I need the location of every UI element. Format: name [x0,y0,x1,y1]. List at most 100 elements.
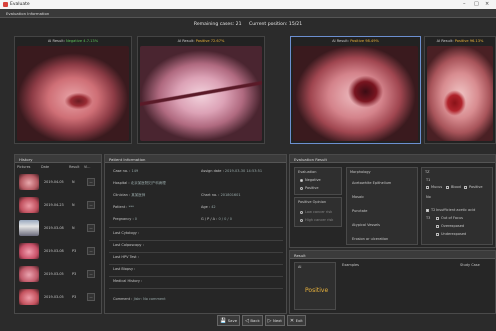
view-button[interactable]: ... [87,201,95,209]
divider [109,288,283,289]
next-icon: ▷ [267,317,272,324]
view-button[interactable]: ... [87,247,95,255]
underexposed-checkbox[interactable]: Underexposed [436,232,466,236]
insufficient-acetic-option[interactable]: Insufficient acetic acid [436,208,475,212]
patient-panel: Patient Information Case no. : 149 Assig… [104,154,287,314]
divider [109,276,283,277]
window-title: Evaluate [10,1,30,7]
gpa: G / P / A : 0 / 0 / 0 [201,217,232,221]
mosaic-option[interactable]: Mosaic [352,195,364,199]
overexposed-checkbox[interactable]: Overexposed [436,224,464,228]
evaluation-title: Evaluation Result [290,155,495,163]
patient-title: Patient Information [105,155,286,163]
ai-result-label: Positive [350,39,365,43]
acetowhite-option[interactable]: Acetowhite Epithelium [352,181,391,185]
exit-button[interactable]: ✕ Exit [286,315,306,326]
last-cytology: Last Cytology : [113,231,140,235]
history-thumbnail [19,197,39,213]
checkbox-icon [464,185,467,189]
t2-option[interactable]: T2 [426,208,435,212]
high-risk-radio[interactable]: High cancer risk [300,218,333,222]
clinician: Clinician : 某某医师 [113,193,146,197]
history-row[interactable]: 2019-04-05 N ... [17,173,106,191]
history-thumbnail [19,174,39,190]
history-thumbnail [19,243,39,259]
result-panel: Result AI Positive Examples Study Case [289,250,496,314]
last-hpv: Last HPV Test : [113,255,139,259]
ai-result-label: Positive [195,39,210,43]
out-of-focus-checkbox[interactable]: Out of Focus [436,216,463,220]
view-button[interactable]: ... [87,178,95,186]
punctate-option[interactable]: Punctate [352,209,367,213]
ai-result-score: 4.7.13% [83,39,99,43]
window-titlebar: Evaluate – □ × [0,0,496,9]
case-no: Case no. : 149 [113,169,139,173]
result-title: Result [290,251,495,259]
thumbnail-2[interactable]: AI Result: Positive 72.67% [137,36,265,144]
colposcopy-image [293,46,418,141]
checkbox-icon [426,185,429,189]
divider [109,240,283,241]
erosion-option[interactable]: Erosion or ulceration [352,237,388,241]
thumbnail-1[interactable]: AI Result: Negative 4.7.13% [14,36,132,144]
colposcopy-image [427,46,493,141]
view-button[interactable]: ... [87,270,95,278]
view-button[interactable]: ... [87,224,95,232]
history-title: History [15,155,101,163]
menu-bar: Evaluation Information [0,9,496,18]
ai-result-score: 72.67% [210,39,225,43]
last-colposcopy: Last Colposcopy : [113,243,144,247]
mucus-checkbox[interactable]: Mucus [426,185,442,189]
checkbox-icon [436,224,439,228]
ai-result-box: AI Positive [294,262,336,310]
image-strip: AI Result: Negative 4.7.13% AI Result: P… [14,36,496,144]
history-row[interactable]: 2019-03-05 P3 ... [17,265,106,283]
radio-icon [300,218,303,222]
action-buttons: 💾 Save ◁ Back ▷ Next ✕ Exit [217,315,306,328]
menu-label: Evaluation Information [6,11,50,16]
last-biopsy: Last Biopsy : [113,267,136,271]
study-case-label: Study Case [460,263,480,267]
history-row[interactable]: 2019-03-08 P3 ... [17,242,106,260]
negative-radio[interactable]: Negative [300,178,321,182]
hospital: Hospital : 北京某医院妇产科病理 [113,181,166,185]
divider [109,252,283,253]
next-button[interactable]: ▷ Next [264,315,285,326]
positive-radio[interactable]: Positive [300,186,319,190]
view-button[interactable]: ... [87,293,95,301]
pregnancy: Pregnancy : 0 [113,217,138,221]
ai-result-value: Positive [305,287,329,294]
divider [109,264,283,265]
maximize-button[interactable]: □ [474,1,479,7]
history-thumbnail [19,220,39,236]
evaluation-panel: Evaluation Result Evaluation Negative Po… [289,154,496,248]
history-row[interactable]: 2019-03-08 N ... [17,219,106,237]
atypical-vessels-option[interactable]: Atypical Vessels [352,223,380,227]
blood-checkbox[interactable]: Blood [446,185,461,189]
low-risk-radio[interactable]: Low cancer risk [300,210,332,214]
case-status: Remaining cases: 21 Current position: 15… [0,22,496,27]
ai-result-score: 98.49% [365,39,379,43]
positive-checkbox[interactable]: Positive [464,185,483,189]
close-button[interactable]: × [485,1,489,7]
back-button[interactable]: ◁ Back [242,315,263,326]
checkbox-checked-icon [426,208,429,212]
colposcopy-image [17,46,129,141]
comment: Comment : Jiskr: No comment [113,297,166,301]
radio-icon [300,210,303,214]
examples-label: Examples [342,263,360,267]
history-row[interactable]: 2019-04-23 N ... [17,196,106,214]
thumbnail-4[interactable]: AI Result: Positive 96.13% [424,36,496,144]
radio-selected-icon [300,178,303,182]
exit-icon: ✕ [289,317,295,324]
medical-history: Medical History : [113,279,143,283]
save-icon: 💾 [220,317,227,324]
minimize-button[interactable]: – [463,1,466,7]
history-row[interactable]: 2019-03-05 P3 ... [17,288,106,306]
history-thumbnail [19,289,39,305]
save-button[interactable]: 💾 Save [217,315,241,326]
thumbnail-3[interactable]: AI Result: Positive 98.49% [290,36,421,144]
checkbox-icon [436,232,439,236]
assign-date: Assign date : 2019-03-30 14:53:51 [201,169,263,173]
ai-result-label: Negative [65,39,83,43]
